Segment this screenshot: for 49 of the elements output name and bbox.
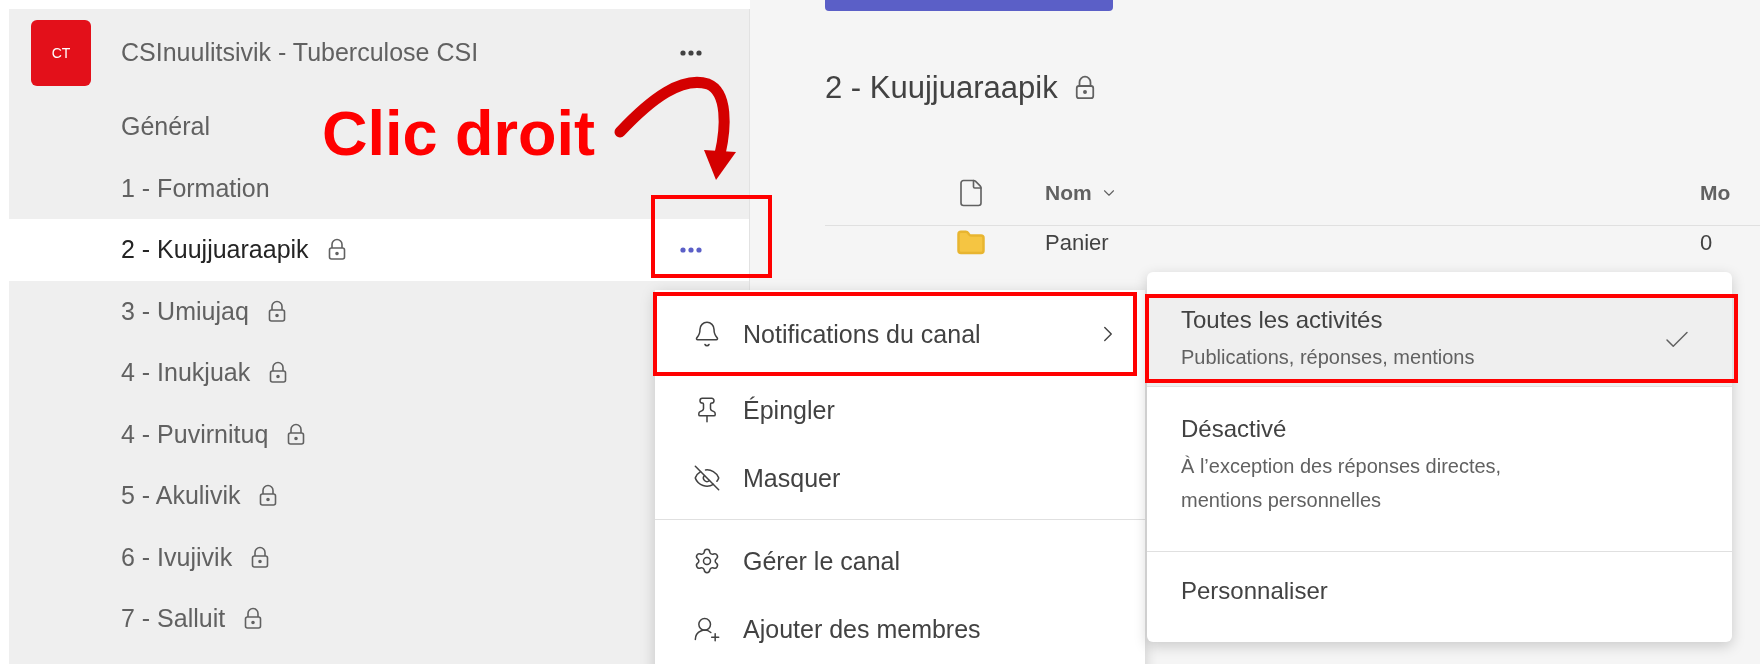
channel-name[interactable]: 3 - Umiujaq [121, 296, 249, 326]
menu-item-label: Masquer [743, 463, 842, 493]
menu-item[interactable]: Ajouter des membres [655, 595, 1145, 663]
settings-icon [693, 547, 721, 575]
menu-item-label: Gérer le canal [743, 546, 902, 576]
more-icon [680, 49, 702, 56]
lock-icon [286, 422, 307, 446]
menu-item-label: Notifications du canal [743, 319, 982, 349]
lock-icon [250, 545, 271, 569]
lock-icon [268, 361, 289, 385]
channel-name[interactable]: 4 - Inukjuak [121, 358, 251, 388]
submenu-item[interactable]: Personnaliser [1147, 552, 1732, 630]
channel-name[interactable]: 2 - Kuujjuaraapik [121, 235, 309, 265]
team-name[interactable]: CSInuulitsivik - Tuberculose CSI [121, 38, 661, 67]
option-description: À l’exception des réponses directes, mentions personnelles [1181, 454, 1503, 513]
option-title: Désactivé [1181, 415, 1288, 443]
menu-item[interactable]: Épingler [655, 376, 1145, 444]
menu-item[interactable]: Notifications du canal [655, 292, 1145, 376]
lock-icon [1073, 75, 1096, 101]
file-name[interactable]: Panier [1045, 230, 1700, 256]
channel-name[interactable]: 4 - Puvirnituq [121, 419, 269, 449]
channel-name[interactable]: 5 - Akulivik [121, 481, 241, 511]
menu-item-label: Épingler [743, 395, 836, 425]
eye-off-icon [693, 464, 721, 492]
table-cell-text: 0 [1700, 230, 1714, 256]
channel-name[interactable]: 7 - Salluit [121, 604, 226, 634]
option-title: Personnaliser [1181, 577, 1329, 605]
menu-item-label: Ajouter des membres [743, 614, 982, 644]
menu-item[interactable]: Gérer le canal [655, 527, 1145, 595]
option-description: Publications, réponses, mentions [1181, 345, 1476, 370]
bell-icon [693, 320, 721, 348]
column-header[interactable]: Nom [1045, 181, 1092, 205]
more-icon [680, 246, 702, 253]
option-title: Toutes les activités [1181, 306, 1384, 334]
channel-title: 2 - Kuujjuaraapik [825, 70, 1058, 106]
lock-icon [243, 607, 264, 631]
team-avatar: CT [31, 19, 91, 86]
submenu-item[interactable]: Désactivé À l’exception des réponses directes, mentions personnelles [1147, 387, 1732, 545]
lock-icon [326, 238, 347, 262]
channel-name[interactable]: Général [121, 112, 210, 142]
lock-icon [258, 484, 279, 508]
selected-channel-row[interactable]: 2 - Kuujjuaraapik [9, 219, 749, 281]
menu-item[interactable]: Masquer [655, 444, 1145, 512]
lock-icon [266, 299, 287, 323]
channel-name[interactable]: 6 - Ivujivik [121, 542, 233, 572]
annotation-label: Clic droit [322, 98, 595, 168]
channel-name[interactable]: 1 - Formation [121, 173, 270, 203]
add-person-icon [693, 615, 721, 643]
column-header[interactable]: Mo [1700, 181, 1731, 205]
